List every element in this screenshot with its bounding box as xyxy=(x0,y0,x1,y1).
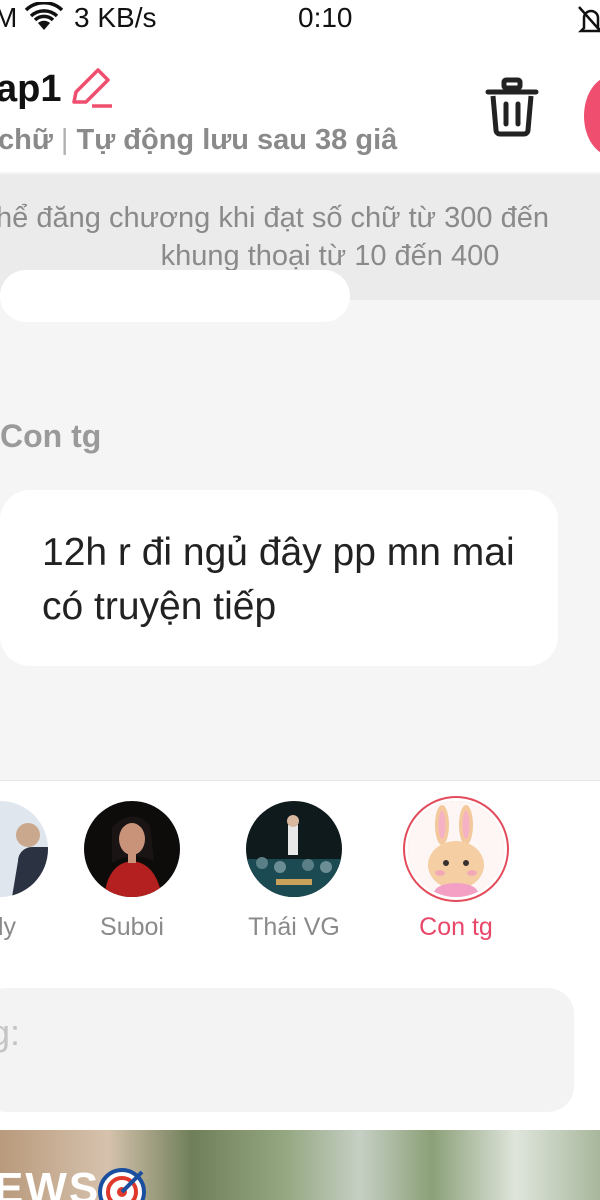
wifi-icon xyxy=(24,2,64,30)
chapter-title[interactable]: ap1 xyxy=(0,68,61,111)
word-count-label: chữ xyxy=(0,124,53,156)
edit-pencil-icon[interactable] xyxy=(66,64,114,112)
dialogue-list[interactable]: Con tg 12h r đi ngủ đây pp mn mai có tru… xyxy=(0,270,600,780)
target-logo-icon xyxy=(98,1168,146,1200)
character-name: Con tg xyxy=(419,913,493,941)
avatar xyxy=(246,801,342,897)
avatar xyxy=(84,801,180,897)
character-name: Suboi xyxy=(100,913,164,941)
trash-icon[interactable] xyxy=(484,74,540,138)
avatar xyxy=(0,801,48,897)
requirement-line-2: khung thoại từ 10 đến 400 xyxy=(160,240,500,272)
editor-header: ap1 chữ | Tự động lưu sau 38 giâ xyxy=(0,40,600,172)
character-name: Thái VG xyxy=(248,913,340,941)
previous-message-bubble[interactable] xyxy=(0,270,350,322)
character-item-active[interactable]: Con tg xyxy=(396,801,516,961)
screen: M 3 KB/s 0:10 ap1 chữ | Tự động lưu sau … xyxy=(0,0,600,1200)
character-name: T xyxy=(558,913,600,942)
autosave-status: chữ | Tự động lưu sau 38 giâ xyxy=(0,124,397,157)
message-text: 12h r đi ngủ đây pp mn mai có truyện tiế… xyxy=(42,531,515,628)
message-bubble[interactable]: 12h r đi ngủ đây pp mn mai có truyện tiế… xyxy=(0,490,558,666)
requirement-line-1: thể đăng chương khi đạt số chữ từ 300 đế… xyxy=(0,202,549,234)
avatar xyxy=(408,801,504,897)
composer: g: xyxy=(0,968,600,1130)
status-bar: M 3 KB/s 0:10 xyxy=(0,0,600,40)
separator: | xyxy=(60,124,69,156)
message-input[interactable] xyxy=(0,988,574,1112)
carrier-label: M xyxy=(0,2,18,33)
character-selector[interactable]: ldy Suboi xyxy=(0,780,600,970)
autosave-label: Tự động lưu sau 38 giâ xyxy=(76,124,398,156)
character-item[interactable]: Suboi xyxy=(72,801,192,961)
ad-text: EWS xyxy=(0,1164,101,1200)
character-item[interactable]: Thái VG xyxy=(234,801,354,961)
publish-button[interactable] xyxy=(584,76,600,156)
network-speed: 3 KB/s xyxy=(74,2,157,33)
clock: 0:10 xyxy=(298,2,353,33)
message-input-placeholder: g: xyxy=(0,1012,21,1053)
character-name: ldy xyxy=(0,913,16,941)
character-item[interactable]: ldy xyxy=(0,801,60,961)
speaker-name: Con tg xyxy=(0,418,102,454)
character-item[interactable]: T xyxy=(558,801,600,961)
ad-banner[interactable]: EWS xyxy=(0,1130,600,1200)
bell-muted-icon xyxy=(577,6,600,33)
add-character-icon xyxy=(570,801,600,897)
